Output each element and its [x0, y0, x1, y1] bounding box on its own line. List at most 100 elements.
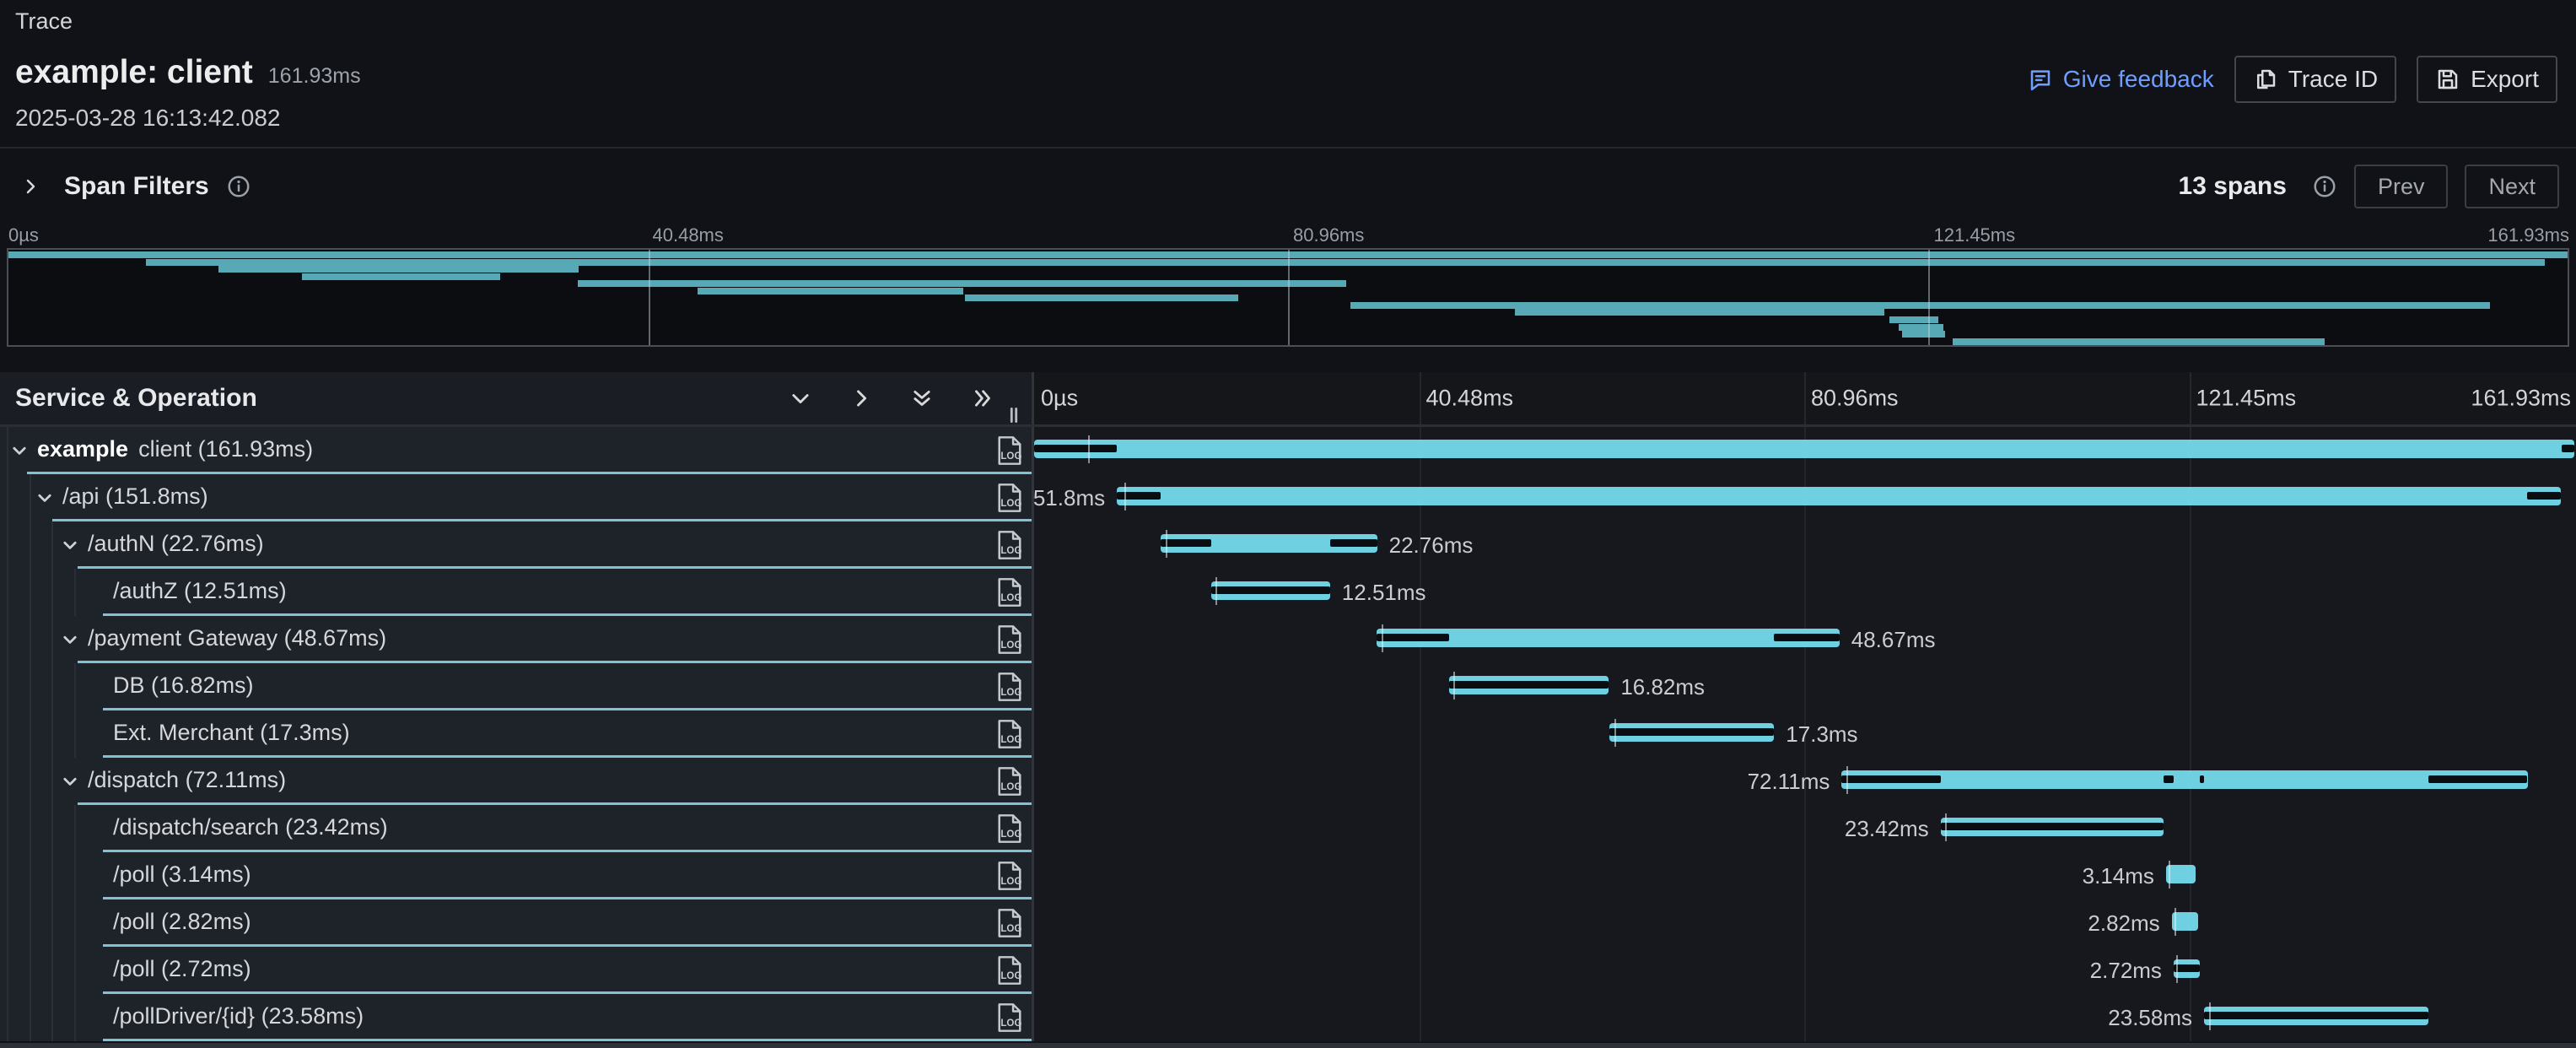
span-name-cell[interactable]: /api (151.8ms) LOG — [0, 474, 1034, 521]
timeline-minimap[interactable] — [7, 248, 2569, 347]
give-feedback-link[interactable]: Give feedback — [2028, 66, 2214, 93]
indent-guide — [51, 663, 53, 710]
indent-guide — [51, 616, 53, 663]
logs-icon[interactable]: LOG — [997, 624, 1022, 655]
span-bar[interactable] — [1449, 676, 1609, 694]
span-timeline-cell: 23.58ms — [1034, 994, 2576, 1041]
logs-icon[interactable]: LOG — [997, 530, 1022, 560]
trace-id-button[interactable]: Trace ID — [2234, 56, 2396, 103]
info-icon[interactable] — [2312, 174, 2337, 199]
page-title: Trace — [15, 8, 73, 35]
next-span-button[interactable]: Next — [2465, 165, 2559, 208]
span-row[interactable]: /api (151.8ms) LOG 151.8ms — [0, 474, 2576, 521]
span-row[interactable]: /payment Gateway (48.67ms)LOG48.67ms — [0, 616, 2576, 663]
prev-span-button[interactable]: Prev — [2354, 165, 2449, 208]
span-row[interactable]: /dispatch/search (23.42ms) LOG 23.42ms — [0, 805, 2576, 852]
span-row[interactable]: /authZ (12.51ms)LOG 12.51ms — [0, 569, 2576, 616]
info-icon[interactable] — [226, 174, 251, 199]
svg-text:LOG: LOG — [1000, 451, 1021, 462]
span-row[interactable]: /authN (22.76ms)LOG22.76ms — [0, 521, 2576, 569]
comment-icon — [2028, 67, 2053, 92]
logs-icon[interactable]: LOG — [997, 1002, 1022, 1033]
chevron-down-icon[interactable] — [61, 772, 79, 791]
expand-all-icon[interactable] — [971, 386, 994, 410]
logs-icon[interactable]: LOG — [997, 861, 1022, 891]
logs-icon[interactable]: LOG — [997, 955, 1022, 986]
column-resize-handle[interactable] — [1003, 404, 1025, 426]
span-bar[interactable] — [1941, 818, 2164, 836]
logs-icon[interactable]: LOG — [997, 908, 1022, 938]
span-name-cell[interactable]: exampleclient (161.93ms)LOG — [0, 427, 1034, 474]
span-row[interactable]: exampleclient (161.93ms)LOG — [0, 427, 2576, 474]
span-bar[interactable] — [1117, 487, 2561, 505]
span-name-cell[interactable]: /poll (2.72ms)LOG — [0, 947, 1034, 994]
horizontal-scrollbar[interactable] — [0, 1043, 2576, 1048]
span-bar[interactable] — [1841, 770, 2527, 789]
span-name-cell[interactable]: /pollDriver/{id} (23.58ms) LOG — [0, 994, 1034, 1041]
span-duration-label: 2.82ms — [2088, 899, 2159, 947]
span-row[interactable]: /pollDriver/{id} (23.58ms) LOG 23.58ms — [0, 994, 2576, 1041]
trace-title: example: client — [15, 54, 253, 91]
span-bar[interactable] — [1609, 723, 1774, 742]
span-bar[interactable] — [1161, 534, 1377, 553]
logs-icon[interactable]: LOG — [997, 483, 1022, 513]
logs-icon[interactable]: LOG — [997, 766, 1022, 797]
span-name: /dispatch/search (23.42ms) — [113, 805, 388, 850]
span-filters-title[interactable]: Span Filters — [64, 172, 209, 201]
svg-text:LOG: LOG — [1000, 546, 1021, 556]
span-row[interactable]: /poll (2.72ms)LOG2.72ms — [0, 947, 2576, 994]
export-button[interactable]: Export — [2417, 56, 2557, 103]
log-event-tick — [1453, 672, 1455, 700]
span-row[interactable]: /poll (2.82ms)LOG 2.82ms — [0, 899, 2576, 947]
span-name: /pollDriver/{id} (23.58ms) — [113, 994, 364, 1039]
span-row[interactable]: DB (16.82ms)LOG16.82ms — [0, 663, 2576, 710]
span-name-cell[interactable]: /poll (3.14ms)LOG — [0, 852, 1034, 899]
span-timeline-cell: 151.8ms — [1034, 474, 2576, 521]
collapse-one-icon[interactable] — [789, 386, 812, 410]
indent-guide — [7, 569, 8, 616]
chevron-down-icon[interactable] — [61, 630, 79, 649]
span-duration-label: 72.11ms — [1748, 758, 1830, 805]
span-bar[interactable] — [1034, 440, 2574, 458]
indent-guide — [30, 899, 31, 947]
chevron-right-icon[interactable] — [20, 176, 40, 197]
span-name-cell[interactable]: /dispatch (72.11ms)LOG — [0, 758, 1034, 805]
svg-text:LOG: LOG — [1000, 782, 1021, 792]
row-accent-underline — [103, 1039, 1032, 1041]
indent-guide — [7, 521, 8, 569]
expand-one-icon[interactable] — [849, 386, 873, 410]
collapse-all-icon[interactable] — [910, 386, 934, 410]
span-name-cell[interactable]: Ext. Merchant (17.3ms)LOG — [0, 710, 1034, 758]
span-row[interactable]: Ext. Merchant (17.3ms)LOG17.3ms — [0, 710, 2576, 758]
span-bar[interactable] — [1377, 629, 1840, 647]
trace-timestamp: 2025-03-28 16:13:42.082 — [15, 105, 281, 132]
logs-icon[interactable]: LOG — [997, 719, 1022, 749]
minimap-axis-tick: 121.45ms — [1934, 224, 2016, 246]
span-name-cell[interactable]: /authN (22.76ms)LOG — [0, 521, 1034, 569]
span-duration-label: 23.42ms — [1845, 805, 1929, 852]
minimap-axis-tick: 0µs — [8, 224, 39, 246]
span-name-cell[interactable]: /payment Gateway (48.67ms)LOG — [0, 616, 1034, 663]
span-row[interactable]: /poll (3.14ms)LOG3.14ms — [0, 852, 2576, 899]
span-bar[interactable] — [2204, 1007, 2428, 1025]
logs-icon[interactable]: LOG — [997, 577, 1022, 608]
logs-icon[interactable]: LOG — [997, 435, 1022, 466]
axis-tick: 0µs — [1041, 386, 1078, 412]
chevron-down-icon[interactable] — [35, 489, 54, 507]
minimap-span-bar — [1515, 309, 1885, 316]
span-name-cell[interactable]: /poll (2.82ms)LOG — [0, 899, 1034, 947]
span-name-cell[interactable]: /authZ (12.51ms)LOG — [0, 569, 1034, 616]
span-bar[interactable] — [1211, 581, 1330, 600]
span-duration-label: 12.51ms — [1342, 569, 1426, 616]
critical-path-segment — [1841, 775, 1940, 783]
chevron-down-icon[interactable] — [61, 536, 79, 554]
logs-icon[interactable]: LOG — [997, 672, 1022, 702]
span-name: /api (151.8ms) — [62, 474, 208, 519]
span-row[interactable]: /dispatch (72.11ms)LOG 72.11ms — [0, 758, 2576, 805]
log-event-tick — [1382, 624, 1383, 652]
chevron-down-icon[interactable] — [10, 441, 29, 460]
span-name-cell[interactable]: /dispatch/search (23.42ms) LOG — [0, 805, 1034, 852]
logs-icon[interactable]: LOG — [997, 813, 1022, 844]
axis-tick: 40.48ms — [1426, 386, 1514, 412]
span-name-cell[interactable]: DB (16.82ms)LOG — [0, 663, 1034, 710]
